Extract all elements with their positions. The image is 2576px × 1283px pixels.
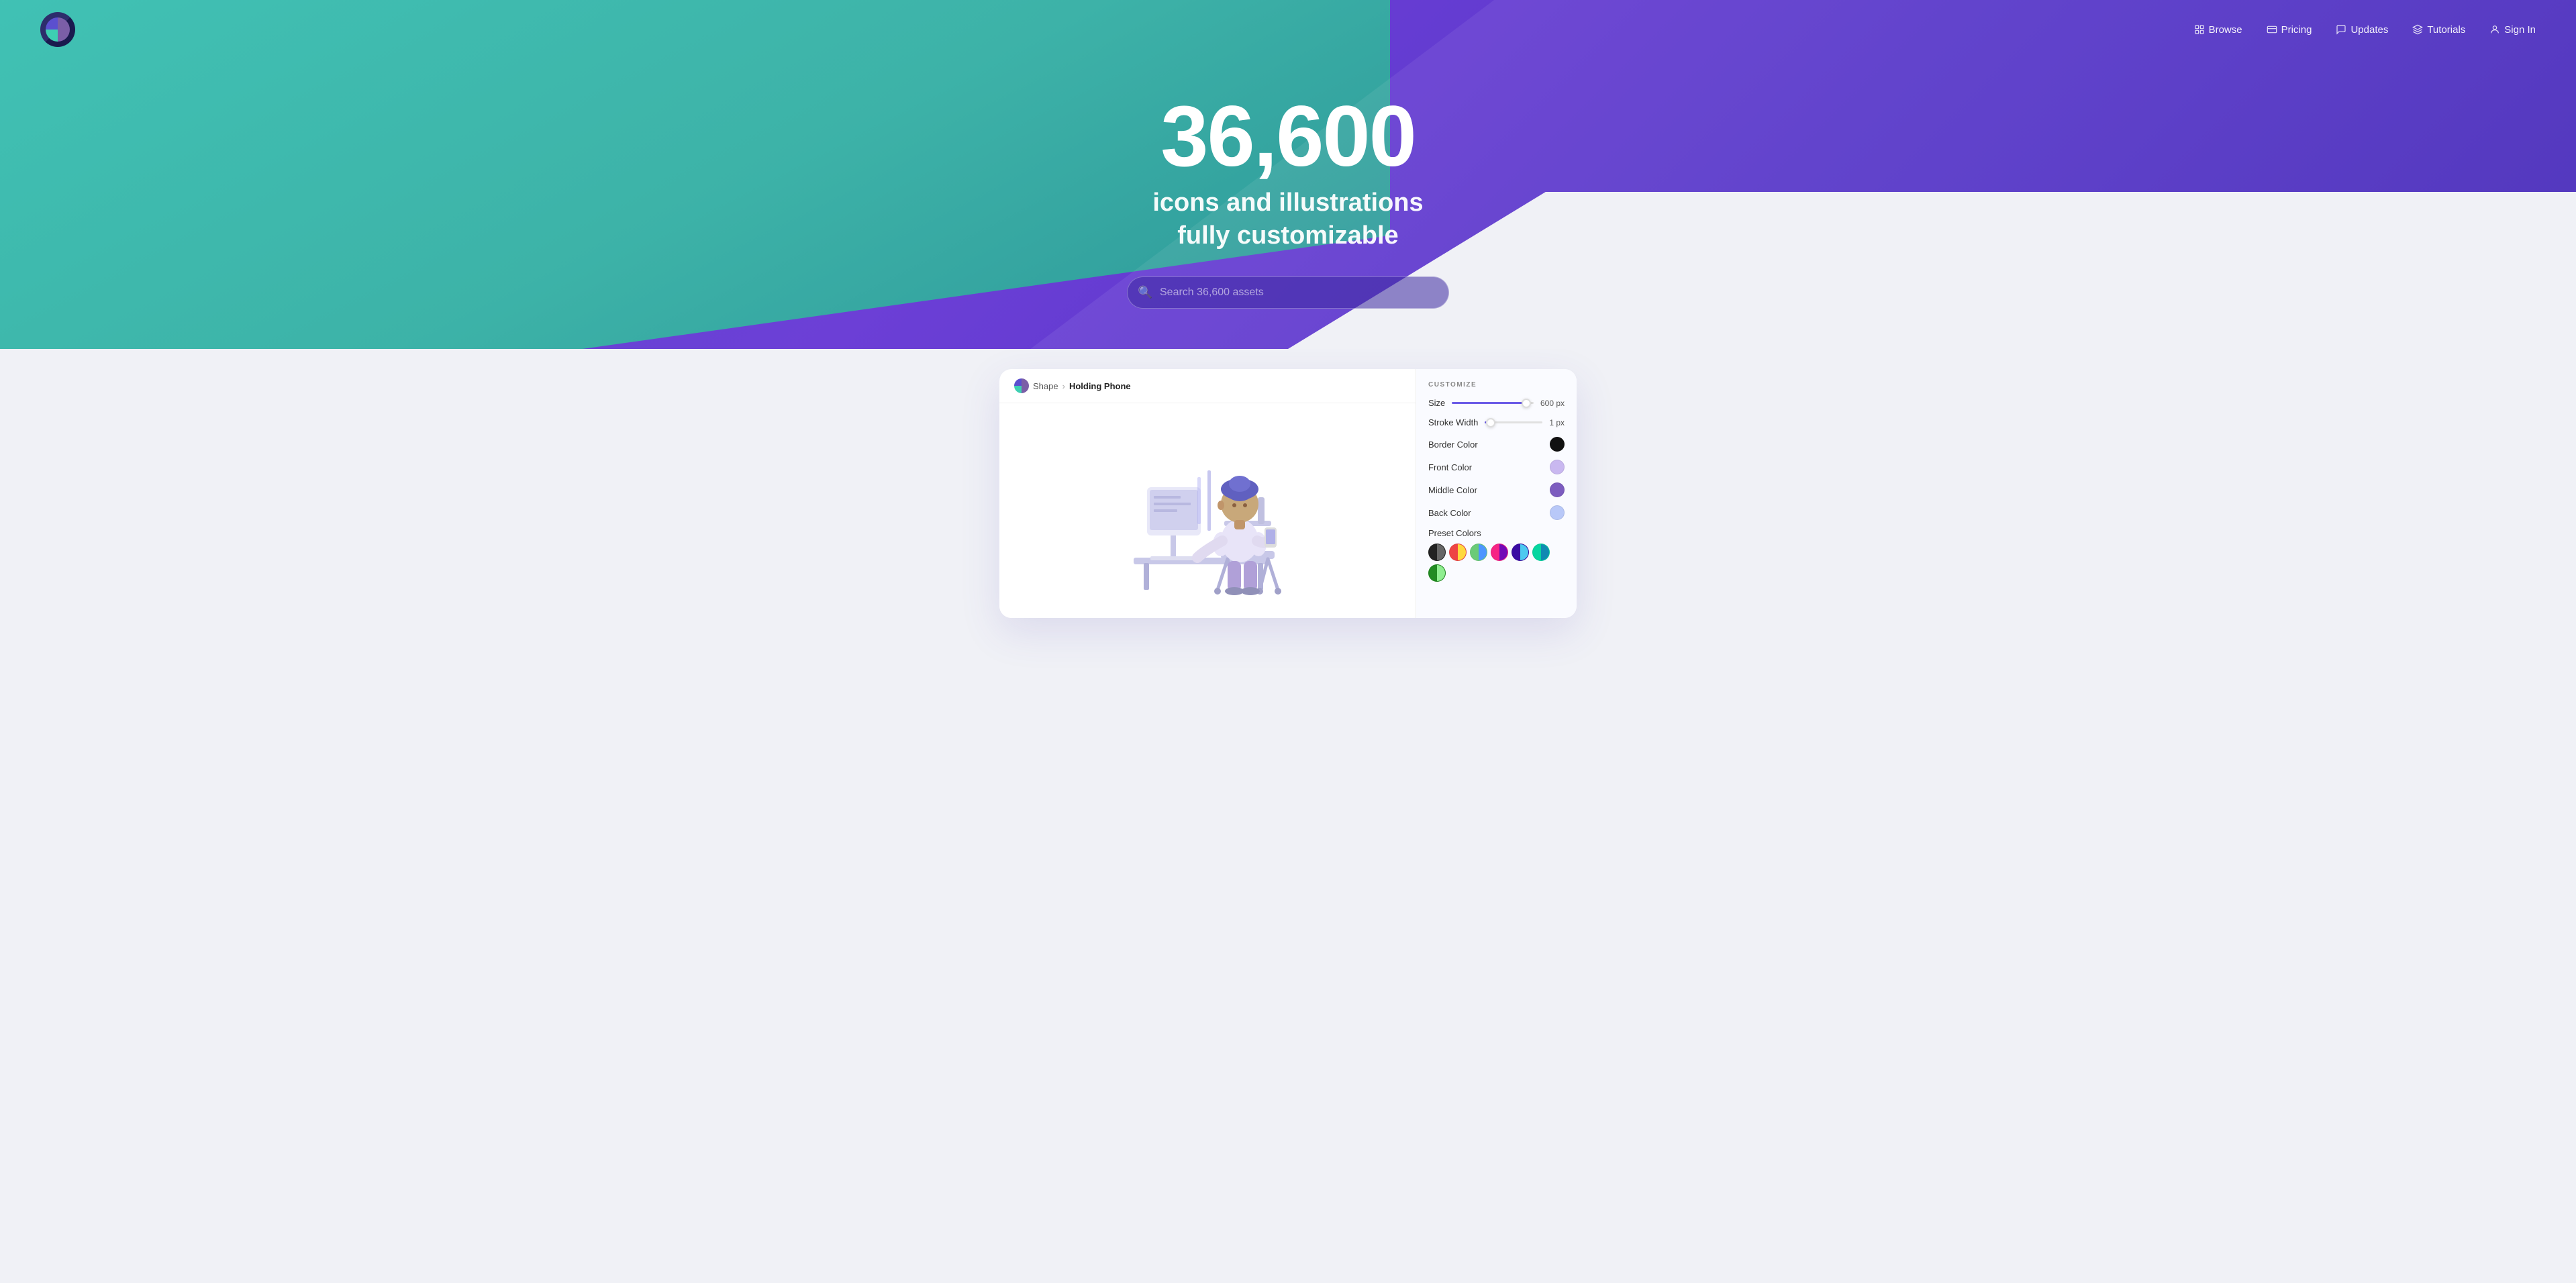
search-container: 🔍 [1127,276,1449,309]
logo-mark [46,17,70,42]
preset-dot-5[interactable] [1512,544,1529,561]
preset-colors-grid [1428,544,1565,582]
preset-dot-6[interactable] [1532,544,1550,561]
size-slider-fill [1452,402,1526,404]
search-input[interactable] [1127,276,1449,309]
logo[interactable] [40,12,75,47]
browse-icon [2194,24,2205,35]
front-color-swatch[interactable] [1550,460,1565,474]
navigation: Browse Pricing Updates Tutorials Sign In [0,0,2576,59]
back-color-row: Back Color [1428,505,1565,520]
stroke-value: 1 px [1549,418,1565,427]
stroke-slider-thumb[interactable] [1486,418,1495,427]
tutorials-icon [2412,24,2423,35]
nav-signin[interactable]: Sign In [2489,24,2536,36]
demo-left-panel: Shape › Holding Phone [999,369,1416,618]
preset-dot-1[interactable] [1428,544,1446,561]
stroke-label: Stroke Width [1428,417,1478,427]
middle-color-row: Middle Color [1428,482,1565,497]
back-color-swatch[interactable] [1550,505,1565,520]
front-color-label: Front Color [1428,462,1472,472]
border-color-label: Border Color [1428,440,1478,450]
preset-colors-label: Preset Colors [1428,528,1565,538]
size-slider-thumb[interactable] [1522,399,1531,408]
size-slider-track[interactable] [1452,402,1534,404]
back-color-label: Back Color [1428,508,1471,518]
nav-browse[interactable]: Browse [2194,24,2242,36]
size-control-row: Size 600 px [1428,398,1565,408]
nav-updates[interactable]: Updates [2336,24,2388,36]
front-color-row: Front Color [1428,460,1565,474]
breadcrumb-current: Holding Phone [1069,381,1131,391]
hero-count: 36,600 [1160,94,1416,180]
search-icon: 🔍 [1138,286,1152,300]
nav-pricing[interactable]: Pricing [2267,24,2312,36]
pricing-icon [2267,24,2277,35]
preset-dot-4[interactable] [1491,544,1508,561]
border-color-row: Border Color [1428,437,1565,452]
border-color-swatch[interactable] [1550,437,1565,452]
signin-icon [2489,24,2500,35]
nav-tutorials[interactable]: Tutorials [2412,24,2465,36]
breadcrumb-logo [1014,378,1029,393]
customize-title: CUSTOMIZE [1428,381,1565,389]
breadcrumb-separator: › [1062,381,1065,391]
breadcrumb: Shape › Holding Phone [999,369,1416,403]
stroke-control-row: Stroke Width 1 px [1428,417,1565,427]
breadcrumb-shape: Shape [1033,381,1058,391]
preset-dot-7[interactable] [1428,564,1446,582]
preset-dot-3[interactable] [1470,544,1487,561]
preset-dot-2[interactable] [1449,544,1467,561]
stroke-slider-track[interactable] [1485,421,1542,423]
demo-card: Shape › Holding Phone [999,369,1577,618]
nav-links: Browse Pricing Updates Tutorials Sign In [2194,24,2536,36]
updates-icon [2336,24,2346,35]
middle-color-swatch[interactable] [1550,482,1565,497]
illustration-svg [1093,417,1322,605]
size-label: Size [1428,398,1445,408]
illustration-area [999,403,1416,618]
hero-subtitle: icons and illustrations fully customizab… [1152,187,1423,253]
middle-color-label: Middle Color [1428,485,1477,495]
bottom-section: Shape › Holding Phone [0,349,2576,658]
customize-panel: CUSTOMIZE Size 600 px Stroke Width 1 px [1416,369,1577,618]
size-value: 600 px [1540,399,1565,408]
